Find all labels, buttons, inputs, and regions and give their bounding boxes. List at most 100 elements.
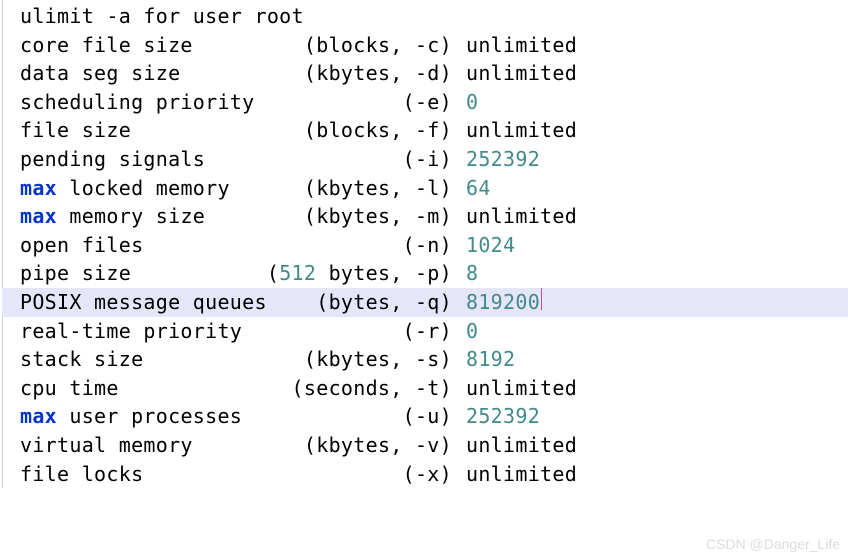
spec-flag: -p <box>415 261 440 285</box>
paren-close: ) <box>440 347 452 371</box>
limit-spec: (-u) <box>252 402 452 431</box>
limit-description-text: virtual memory <box>20 433 193 457</box>
limit-value: 0 <box>452 88 478 117</box>
spec-unit: kbytes, <box>316 347 415 371</box>
spec-unit: kbytes, <box>316 61 415 85</box>
limit-spec: (-i) <box>252 145 452 174</box>
limit-value: 819200 <box>452 288 540 317</box>
limit-description-text: real-time priority <box>20 319 242 343</box>
spec-unit: kbytes, <box>316 204 415 228</box>
header-text: ulimit -a for user root <box>20 2 304 31</box>
ulimit-row: data seg size (kbytes, -d)unlimited <box>2 59 848 88</box>
limit-spec: (-n) <box>252 231 452 260</box>
paren-open: ( <box>316 290 328 314</box>
limit-value: 8 <box>452 259 478 288</box>
spec-unit: bytes, <box>329 290 415 314</box>
spec-flag: -f <box>415 118 440 142</box>
paren-close: ) <box>440 376 452 400</box>
limit-spec: (512 bytes, -p) <box>252 259 452 288</box>
paren-close: ) <box>440 61 452 85</box>
paren-close: ) <box>440 319 452 343</box>
spec-flag: -r <box>415 319 440 343</box>
limit-value: unlimited <box>452 59 577 88</box>
paren-close: ) <box>440 462 452 486</box>
keyword: max <box>20 404 57 428</box>
limit-spec: (kbytes, -v) <box>252 431 452 460</box>
spec-flag: -n <box>415 233 440 257</box>
limit-description-text: file size <box>20 118 131 142</box>
ulimit-row: cpu time(seconds, -t)unlimited <box>2 374 848 403</box>
limit-description: max user processes <box>20 402 252 431</box>
limit-value: unlimited <box>452 374 577 403</box>
paren-close: ) <box>440 404 452 428</box>
limit-spec: (blocks, -c) <box>252 31 452 60</box>
paren-open: ( <box>403 404 415 428</box>
vertical-rule <box>2 0 3 488</box>
limit-value: 252392 <box>452 145 540 174</box>
limit-description: real-time priority <box>20 317 252 346</box>
limit-description: pipe size <box>20 259 252 288</box>
limit-value: 64 <box>452 174 491 203</box>
ulimit-row: pipe size (512 bytes, -p)8 <box>2 259 848 288</box>
limit-description-text: pipe size <box>20 261 131 285</box>
spec-unit: kbytes, <box>316 433 415 457</box>
ulimit-row: core file size(blocks, -c)unlimited <box>2 31 848 60</box>
limit-description: core file size <box>20 31 252 60</box>
limit-description-text: data seg size <box>20 61 180 85</box>
limit-value: 0 <box>452 317 478 346</box>
limit-spec: (blocks, -f) <box>252 116 452 145</box>
spec-flag: -m <box>415 204 440 228</box>
limit-description: pending signals <box>20 145 252 174</box>
spec-unit: blocks, <box>316 118 415 142</box>
limit-description-text: cpu time <box>20 376 119 400</box>
paren-open: ( <box>403 147 415 171</box>
spec-unit: seconds, <box>304 376 415 400</box>
keyword: max <box>20 176 57 200</box>
terminal-output: ulimit -a for user root core file size(b… <box>0 0 848 488</box>
spec-flag: -s <box>415 347 440 371</box>
paren-open: ( <box>304 118 316 142</box>
limit-spec: (-r) <box>252 317 452 346</box>
ulimit-row: max memory size(kbytes, -m)unlimited <box>2 202 848 231</box>
limit-description-text: pending signals <box>20 147 205 171</box>
limit-value: unlimited <box>452 460 577 489</box>
paren-open: ( <box>304 433 316 457</box>
limit-description: scheduling priority <box>20 88 252 117</box>
limit-description-text: file locks <box>20 462 143 486</box>
ulimit-row: max locked memory(kbytes, -l)64 <box>2 174 848 203</box>
limit-spec: (bytes, -q) <box>252 288 452 317</box>
limit-description: virtual memory <box>20 431 252 460</box>
spec-flag: -c <box>415 33 440 57</box>
limit-description: max locked memory <box>20 174 252 203</box>
limit-description-text: stack size <box>20 347 143 371</box>
limit-description-text: open files <box>20 233 143 257</box>
paren-close: ) <box>440 233 452 257</box>
paren-close: ) <box>440 90 452 114</box>
paren-open: ( <box>403 319 415 343</box>
limit-spec: (-x) <box>252 460 452 489</box>
header-line: ulimit -a for user root <box>2 2 848 31</box>
spec-flag: -v <box>415 433 440 457</box>
spec-flag: -x <box>415 462 440 486</box>
ulimit-row: pending signals (-i)252392 <box>2 145 848 174</box>
limit-spec: (kbytes, -l) <box>252 174 452 203</box>
limit-description-text: core file size <box>20 33 193 57</box>
paren-open: ( <box>304 61 316 85</box>
limit-spec: (kbytes, -m) <box>252 202 452 231</box>
ulimit-row: file size(blocks, -f)unlimited <box>2 116 848 145</box>
limit-spec: (kbytes, -d) <box>252 59 452 88</box>
limit-description-text: user processes <box>57 404 242 428</box>
paren-open: ( <box>304 204 316 228</box>
spec-number: 512 <box>279 261 316 285</box>
paren-close: ) <box>440 433 452 457</box>
limit-description: open files <box>20 231 252 260</box>
spec-unit: blocks, <box>316 33 415 57</box>
ulimit-row: scheduling priority(-e)0 <box>2 88 848 117</box>
limit-description: cpu time <box>20 374 252 403</box>
ulimit-row: file locks (-x)unlimited <box>2 460 848 489</box>
text-cursor <box>541 288 542 310</box>
ulimit-row: max user processes(-u)252392 <box>2 402 848 431</box>
ulimit-row: virtual memory(kbytes, -v)unlimited <box>2 431 848 460</box>
limit-value: unlimited <box>452 202 577 231</box>
limit-description: max memory size <box>20 202 252 231</box>
